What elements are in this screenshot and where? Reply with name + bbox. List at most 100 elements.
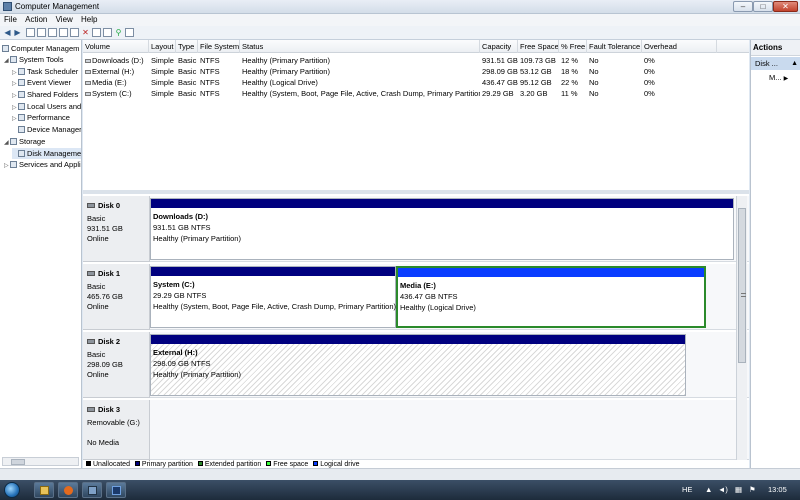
disk-view-vertical-scrollbar[interactable] <box>736 196 747 460</box>
menu-view[interactable]: View <box>56 14 73 26</box>
menu-help[interactable]: Help <box>81 14 97 26</box>
partition-external-h[interactable]: External (H:) 298.09 GB NTFS Healthy (Pr… <box>150 334 686 396</box>
disk-0-label[interactable]: Disk 0 Basic 931.51 GB Online <box>83 196 150 262</box>
flag-icon[interactable]: ⚑ <box>749 485 756 494</box>
column-header-capacity[interactable]: Capacity <box>480 40 518 53</box>
minimize-button[interactable]: – <box>733 1 753 12</box>
scrollbar-thumb[interactable] <box>11 459 25 465</box>
open-icon[interactable] <box>103 28 112 37</box>
forward-arrow-icon[interactable]: ▶ <box>13 28 22 37</box>
scrollbar-thumb[interactable] <box>738 208 746 363</box>
start-button[interactable] <box>4 482 20 498</box>
search-icon[interactable]: ⚲ <box>114 28 123 37</box>
menu-file[interactable]: File <box>4 14 17 26</box>
table-row[interactable]: External (H:) Simple Basic NTFS Healthy … <box>83 66 749 77</box>
partition-color-bar <box>151 267 395 276</box>
language-indicator[interactable]: HE <box>682 485 692 494</box>
menu-bar: File Action View Help <box>0 14 800 26</box>
column-header-percent-free[interactable]: % Free <box>559 40 587 53</box>
table-row[interactable]: Downloads (D:) Simple Basic NTFS Healthy… <box>83 55 749 66</box>
removable-disk-icon <box>87 407 95 412</box>
clock-icon <box>18 68 25 75</box>
disk-icon <box>18 150 25 157</box>
navigation-tree: Computer Managem ◢ System Tools ▷ Task Sch… <box>0 40 82 468</box>
show-hidden-icons-icon[interactable]: ▲ <box>705 485 712 494</box>
tools-icon <box>10 56 17 63</box>
check-icon[interactable] <box>92 28 101 37</box>
extended-partition-swatch <box>197 461 203 466</box>
disk-1-label[interactable]: Disk 1 Basic 465.76 GB Online <box>83 264 150 330</box>
help-icon[interactable] <box>59 28 68 37</box>
tree-item-device-manager[interactable]: Device Manager <box>12 124 81 135</box>
tree-item-event-viewer[interactable]: ▷ Event Viewer <box>12 77 71 88</box>
taskbar-photoshop-button[interactable] <box>106 482 126 498</box>
properties-icon[interactable] <box>48 28 57 37</box>
performance-icon <box>18 114 25 121</box>
maximize-button[interactable]: □ <box>753 1 773 12</box>
folder-icon <box>40 486 49 495</box>
tree-item-storage[interactable]: ◢ Storage <box>4 136 45 147</box>
status-bar <box>0 468 800 480</box>
actions-more[interactable]: M... ▶ <box>769 73 788 82</box>
tree-item-services-applications[interactable]: ▷ Services and Appli <box>4 159 81 170</box>
column-header-free-space[interactable]: Free Space <box>518 40 559 53</box>
device-manager-icon <box>18 126 25 133</box>
tree-item-system-tools[interactable]: ◢ System Tools <box>4 54 63 65</box>
tree-item-task-scheduler[interactable]: ▷ Task Scheduler <box>12 66 78 77</box>
partition-color-bar <box>151 199 733 208</box>
actions-header: Actions <box>751 40 800 56</box>
clock[interactable]: 13:05 <box>768 485 787 494</box>
storage-icon <box>10 138 17 145</box>
firefox-icon <box>64 486 73 495</box>
services-icon <box>10 161 17 168</box>
actions-pane: Actions Disk ... ▲ M... ▶ <box>750 40 800 468</box>
actions-disk-management[interactable]: Disk ... ▲ <box>751 57 800 70</box>
taskbar: HE ▲ ◄) ▦ ⚑ 13:05 <box>0 480 800 500</box>
tree-item-performance[interactable]: ▷ Performance <box>12 112 70 123</box>
tree-horizontal-scrollbar[interactable] <box>2 457 79 466</box>
column-header-fault-tolerance[interactable]: Fault Tolerance <box>587 40 642 53</box>
logical-drive-swatch <box>313 461 319 466</box>
scrollbar-grip-icon <box>741 293 746 297</box>
column-header-file-system[interactable]: File System <box>198 40 240 53</box>
volume-list-header: Volume Layout Type File System Status Ca… <box>83 40 749 53</box>
disk-3-label[interactable]: Disk 3 Removable (G:) No Media <box>83 400 150 460</box>
document-icon[interactable] <box>70 28 79 37</box>
tree-item-computer-management[interactable]: Computer Managem <box>2 43 79 54</box>
table-row[interactable]: System (C:) Simple Basic NTFS Healthy (S… <box>83 88 749 99</box>
tree-item-local-users[interactable]: ▷ Local Users and <box>12 101 81 112</box>
drive-icon <box>85 59 91 63</box>
list-icon[interactable] <box>125 28 134 37</box>
volume-icon[interactable]: ◄) <box>718 485 728 494</box>
column-header-volume[interactable]: Volume <box>83 40 149 53</box>
column-header-overhead[interactable]: Overhead <box>642 40 717 53</box>
disk-icon <box>87 339 95 344</box>
delete-icon[interactable]: ✕ <box>81 28 90 37</box>
disk-2-label[interactable]: Disk 2 Basic 298.09 GB Online <box>83 332 150 398</box>
show-hide-tree-icon[interactable] <box>37 28 46 37</box>
up-folder-icon[interactable] <box>26 28 35 37</box>
disk-3-row <box>150 400 749 460</box>
taskbar-explorer-button[interactable] <box>34 482 54 498</box>
partition-color-bar <box>398 268 704 277</box>
drive-icon <box>85 92 91 96</box>
tree-item-disk-management[interactable]: Disk Manageme <box>12 148 81 159</box>
close-button[interactable]: ✕ <box>773 1 798 12</box>
partition-downloads-d[interactable]: Downloads (D:) 931.51 GB NTFS Healthy (P… <box>150 198 734 260</box>
taskbar-firefox-button[interactable] <box>58 482 78 498</box>
drive-icon <box>85 70 91 74</box>
toolbar: ◀ ▶ ✕ ⚲ <box>0 26 800 40</box>
taskbar-computer-management-button[interactable] <box>82 482 102 498</box>
column-header-layout[interactable]: Layout <box>149 40 176 53</box>
column-header-status[interactable]: Status <box>240 40 480 53</box>
collapse-arrow-icon[interactable]: ▲ <box>791 57 798 70</box>
table-row[interactable]: Media (E:) Simple Basic NTFS Healthy (Lo… <box>83 77 749 88</box>
menu-action[interactable]: Action <box>25 14 47 26</box>
back-arrow-icon[interactable]: ◀ <box>3 28 12 37</box>
tree-item-shared-folders[interactable]: ▷ Shared Folders <box>12 89 78 100</box>
partition-media-e[interactable]: Media (E:) 436.47 GB NTFS Healthy (Logic… <box>396 266 706 328</box>
partition-system-c[interactable]: System (C:) 29.29 GB NTFS Healthy (Syste… <box>150 266 396 328</box>
network-icon[interactable]: ▦ <box>735 485 742 494</box>
column-header-type[interactable]: Type <box>176 40 198 53</box>
folder-icon <box>18 91 25 98</box>
